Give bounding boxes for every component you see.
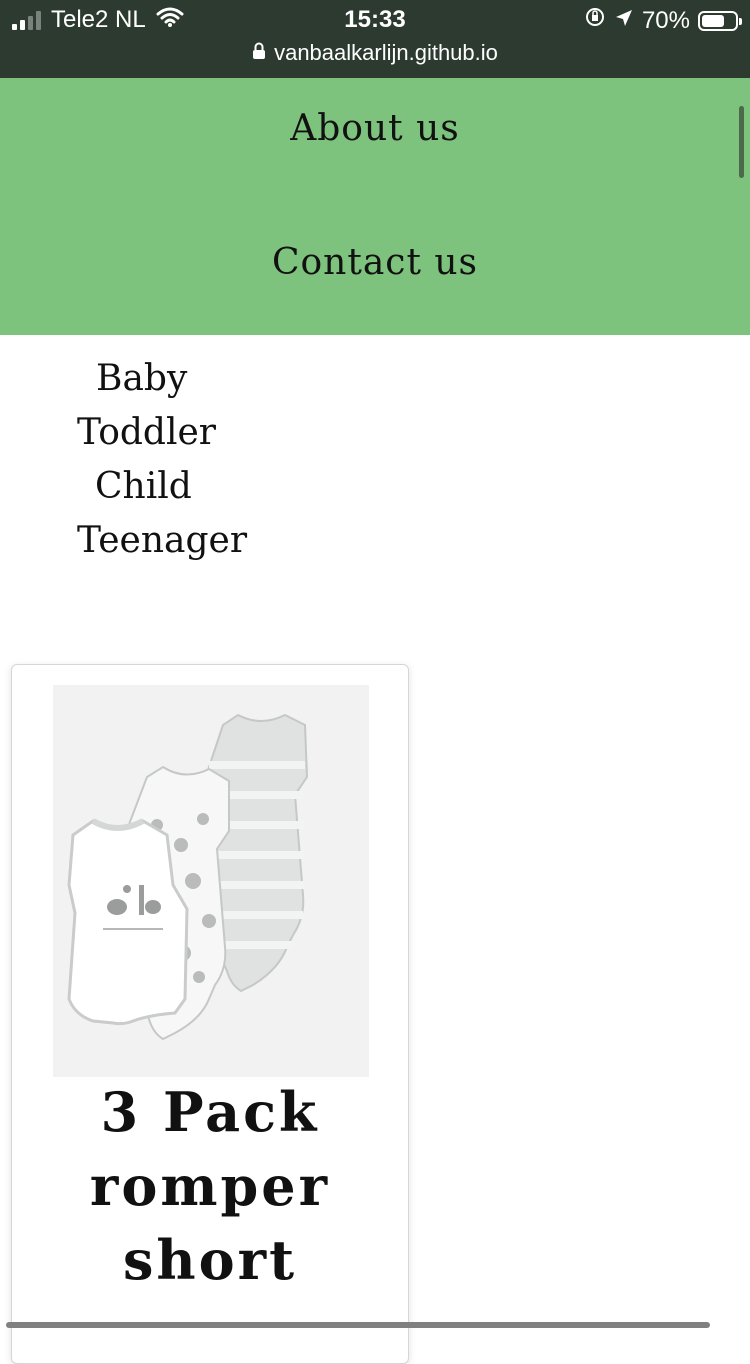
url-bar[interactable]: vanbaalkarlijn.github.io bbox=[0, 40, 750, 66]
category-toddler[interactable]: Toddler bbox=[77, 412, 216, 453]
vertical-scroll-indicator bbox=[739, 106, 744, 178]
orientation-lock-icon bbox=[584, 6, 606, 35]
category-baby[interactable]: Baby bbox=[96, 358, 187, 399]
product-title-line: short bbox=[122, 1228, 298, 1292]
location-arrow-icon bbox=[614, 7, 634, 35]
nav-contact-link[interactable]: Contact us bbox=[0, 242, 750, 283]
product-card[interactable]: 3 Pack romper short bbox=[11, 664, 409, 1364]
product-image[interactable] bbox=[53, 685, 369, 1077]
horizontal-scroll-indicator bbox=[6, 1322, 710, 1328]
product-title-line: 3 Pack bbox=[100, 1080, 320, 1144]
nav-menu: About us Contact us bbox=[0, 78, 750, 335]
lock-icon bbox=[252, 40, 266, 66]
battery-percent: 70% bbox=[641, 6, 690, 34]
battery-icon bbox=[698, 10, 742, 31]
status-bar: Tele2 NL 15:33 70% vanbaalkarlijn.github… bbox=[0, 0, 750, 78]
category-child[interactable]: Child bbox=[95, 466, 192, 507]
nav-about-link[interactable]: About us bbox=[0, 108, 750, 149]
product-title-line: romper bbox=[89, 1154, 331, 1218]
category-teenager[interactable]: Teenager bbox=[77, 520, 247, 561]
status-right: 70% bbox=[584, 6, 742, 35]
product-title[interactable]: 3 Pack romper short bbox=[12, 1075, 408, 1297]
url-text: vanbaalkarlijn.github.io bbox=[274, 40, 498, 65]
